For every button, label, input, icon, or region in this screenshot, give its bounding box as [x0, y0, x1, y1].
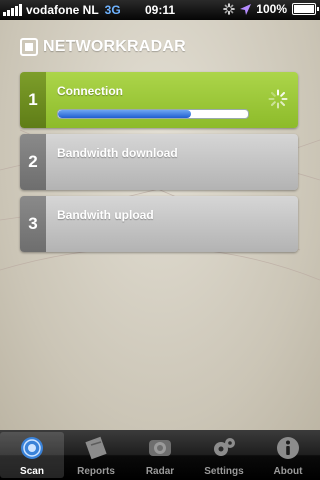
tab-about[interactable]: About — [256, 430, 320, 480]
app-header: NETWORKRADAR — [20, 38, 186, 56]
step-body: Bandwith upload — [46, 196, 298, 252]
scan-icon — [21, 437, 43, 459]
tab-settings[interactable]: Settings — [192, 430, 256, 480]
battery-icon — [292, 3, 319, 15]
location-arrow-icon — [240, 3, 252, 15]
activity-spinner-icon — [223, 3, 236, 15]
tab-label: About — [273, 466, 303, 477]
tab-scan[interactable]: Scan — [0, 432, 64, 478]
step-label: Bandwidth download — [57, 146, 178, 160]
tab-radar[interactable]: Radar — [128, 430, 192, 480]
connection-progress-bar — [57, 109, 249, 119]
step-connection-card[interactable]: 1 Connection — [20, 72, 298, 128]
tab-bar: Scan Reports Radar Settings About — [0, 430, 320, 480]
tab-label: Scan — [20, 466, 44, 477]
tab-label: Reports — [77, 466, 115, 477]
step-number: 1 — [20, 72, 46, 128]
step-number: 2 — [20, 134, 46, 190]
step-label: Bandwith upload — [57, 208, 154, 222]
step-label: Connection — [57, 84, 123, 98]
step-bandwidth-download-card[interactable]: 2 Bandwidth download — [20, 134, 298, 190]
progress-fill — [58, 110, 191, 118]
step-bandwidth-upload-card[interactable]: 3 Bandwith upload — [20, 196, 298, 252]
status-bar: vodafone NL 3G 09:11 100% — [0, 0, 320, 20]
loading-spinner-icon — [268, 89, 288, 109]
radar-icon — [149, 440, 171, 456]
tab-label: Settings — [204, 466, 244, 477]
battery-percent: 100% — [256, 2, 287, 16]
app-title: NETWORKRADAR — [43, 38, 186, 55]
gears-icon — [214, 438, 235, 456]
reports-icon — [85, 436, 107, 460]
tab-reports[interactable]: Reports — [64, 430, 128, 480]
info-icon — [277, 437, 299, 459]
tab-label: Radar — [145, 466, 175, 477]
step-number: 3 — [20, 196, 46, 252]
step-body: Connection — [46, 72, 298, 128]
networkradar-logo-icon — [20, 38, 38, 56]
status-right: 100% — [223, 2, 319, 16]
step-body: Bandwidth download — [46, 134, 298, 190]
